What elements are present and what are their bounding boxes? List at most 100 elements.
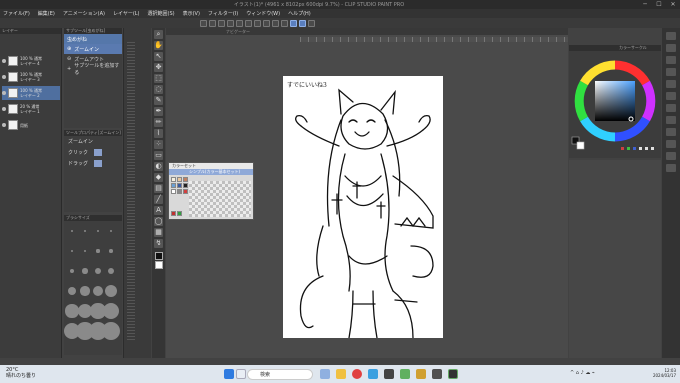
file-explorer-icon[interactable] <box>336 369 346 379</box>
color-swatch[interactable] <box>183 189 188 194</box>
move-layer-tool-icon[interactable]: ✥ <box>154 63 163 72</box>
clear-icon[interactable] <box>245 19 252 27</box>
layer-row-3[interactable]: 100 % 通常 レイヤー 3 <box>2 70 60 84</box>
minimize-button[interactable]: ─ <box>638 1 652 8</box>
empty-swatch-grid[interactable] <box>189 181 251 217</box>
pencil-tool-icon[interactable]: ✏ <box>154 118 163 127</box>
brush-size-preset[interactable] <box>96 249 100 253</box>
figure-tool-icon[interactable]: ╱ <box>154 195 163 204</box>
correct-line-tool-icon[interactable]: ↯ <box>154 239 163 248</box>
color-swatch[interactable] <box>177 183 182 188</box>
color-set-preset-select[interactable]: シンプル(カラー基本セット) <box>169 169 253 175</box>
brush-size-preset[interactable] <box>84 230 86 232</box>
crop-icon[interactable] <box>272 19 279 27</box>
edge-icon[interactable] <box>368 369 378 379</box>
material-folder-icon[interactable] <box>666 56 676 64</box>
brush-size-preset[interactable] <box>97 230 99 232</box>
material-folder-icon[interactable] <box>666 152 676 160</box>
menu-view[interactable]: 表示(V) <box>183 10 200 17</box>
lasso-tool-icon[interactable]: ◌ <box>154 85 163 94</box>
start-windows-icon[interactable] <box>224 369 234 379</box>
text-tool-icon[interactable]: A <box>154 206 163 215</box>
visibility-eye-icon[interactable] <box>2 91 6 95</box>
brush-size-preset[interactable] <box>83 249 87 253</box>
brush-size-preset[interactable] <box>107 267 115 275</box>
material-folder-icon[interactable] <box>666 128 676 136</box>
taskview-icon[interactable] <box>236 369 246 379</box>
color-swatch[interactable] <box>177 177 182 182</box>
chrome-icon[interactable] <box>352 369 362 379</box>
close-button[interactable]: ✕ <box>666 1 680 8</box>
canvas-paper[interactable]: すでにいいね3 <box>283 76 443 339</box>
eraser-tool-icon[interactable]: ▭ <box>154 151 163 160</box>
transform-icon[interactable] <box>254 19 261 27</box>
material-folder-icon[interactable] <box>666 80 676 88</box>
weather-widget[interactable]: 20°C 晴れのち曇り <box>6 367 36 379</box>
color-swatch[interactable] <box>177 189 182 194</box>
brush-size-preset[interactable] <box>68 287 76 295</box>
clip-studio-icon[interactable] <box>448 369 458 379</box>
fill-tool-icon[interactable]: ◆ <box>154 173 163 182</box>
visibility-eye-icon[interactable] <box>2 59 6 63</box>
material-folder-icon[interactable] <box>666 140 676 148</box>
widgets-icon[interactable] <box>320 369 330 379</box>
brush-tool-icon[interactable]: ⌇ <box>154 129 163 138</box>
brush-size-preset[interactable] <box>92 285 104 297</box>
brush-size-preset[interactable] <box>110 230 112 232</box>
menu-layer[interactable]: レイヤー(L) <box>113 10 140 17</box>
snap-special-ruler-icon[interactable] <box>299 19 306 27</box>
material-folder-icon[interactable] <box>666 92 676 100</box>
ruler-tool-icon[interactable]: ▦ <box>154 228 163 237</box>
menu-animation[interactable]: アニメーション(A) <box>63 10 105 17</box>
operation-tool-icon[interactable]: ↖ <box>154 52 163 61</box>
material-folder-icon[interactable] <box>666 44 676 52</box>
menu-help[interactable]: ヘルプ(H) <box>288 10 311 17</box>
app-icon[interactable] <box>400 369 410 379</box>
visibility-eye-icon[interactable] <box>2 75 6 79</box>
brush-size-preset[interactable] <box>109 249 113 253</box>
pen-tool-icon[interactable]: ✒ <box>154 107 163 116</box>
menu-filter[interactable]: フィルター(I) <box>208 10 238 17</box>
zoom-tool-icon[interactable]: ⌕ <box>154 30 163 39</box>
brush-size-preset[interactable] <box>80 286 90 296</box>
brush-size-preset[interactable] <box>69 268 75 274</box>
brush-size-preset[interactable] <box>82 268 88 274</box>
add-subtool-button[interactable]: + サブツールを追加する <box>64 63 122 76</box>
collapsed-panel-strip[interactable] <box>123 28 151 358</box>
move-tool-icon[interactable]: ✋ <box>154 41 163 50</box>
redo-icon[interactable] <box>236 19 243 27</box>
layer-row-1[interactable]: 20 % 通常 レイヤー 1 <box>2 102 60 116</box>
layer-row-4[interactable]: 100 % 通常 レイヤー 4 <box>2 54 60 68</box>
layer-row-paper[interactable]: 用紙 <box>2 118 60 132</box>
snap-ruler-icon[interactable] <box>290 19 297 27</box>
color-swatch[interactable] <box>183 183 188 188</box>
brush-size-preset[interactable] <box>65 304 79 318</box>
system-tray[interactable]: ^ ⌂ ♪ ☁ ⌁ <box>570 370 595 376</box>
panel-scrollbar[interactable] <box>127 40 135 340</box>
maximize-button[interactable]: ☐ <box>652 1 666 8</box>
store-icon[interactable] <box>384 369 394 379</box>
material-folder-icon[interactable] <box>666 32 676 40</box>
click-mode-button[interactable] <box>94 149 103 156</box>
subtool-group-tab[interactable]: 虫めがね <box>64 34 122 44</box>
invert-selection-icon[interactable] <box>281 19 288 27</box>
brush-size-preset[interactable] <box>105 285 117 297</box>
blend-tool-icon[interactable]: ◐ <box>154 162 163 171</box>
clock[interactable]: 12:03 2024/03/17 <box>628 368 676 378</box>
color-swatch[interactable] <box>183 177 188 182</box>
color-swatch[interactable] <box>171 177 176 182</box>
subtool-zoom-in[interactable]: ⊕ ズームイン <box>64 44 122 54</box>
app-icon[interactable] <box>416 369 426 379</box>
visibility-eye-icon[interactable] <box>2 107 6 111</box>
gradient-tool-icon[interactable]: ▤ <box>154 184 163 193</box>
drag-mode-button[interactable] <box>94 160 103 167</box>
layer-row-2[interactable]: 100 % 通常 レイヤー 2 <box>2 86 60 100</box>
eyedropper-tool-icon[interactable]: ✎ <box>154 96 163 105</box>
menu-file[interactable]: ファイル(F) <box>3 10 30 17</box>
new-icon[interactable] <box>200 19 207 27</box>
material-folder-icon[interactable] <box>666 68 676 76</box>
visibility-eye-icon[interactable] <box>2 123 6 127</box>
material-folder-icon[interactable] <box>666 164 676 172</box>
menu-edit[interactable]: 編集(E) <box>38 10 55 17</box>
menu-window[interactable]: ウィンドウ(W) <box>246 10 280 17</box>
